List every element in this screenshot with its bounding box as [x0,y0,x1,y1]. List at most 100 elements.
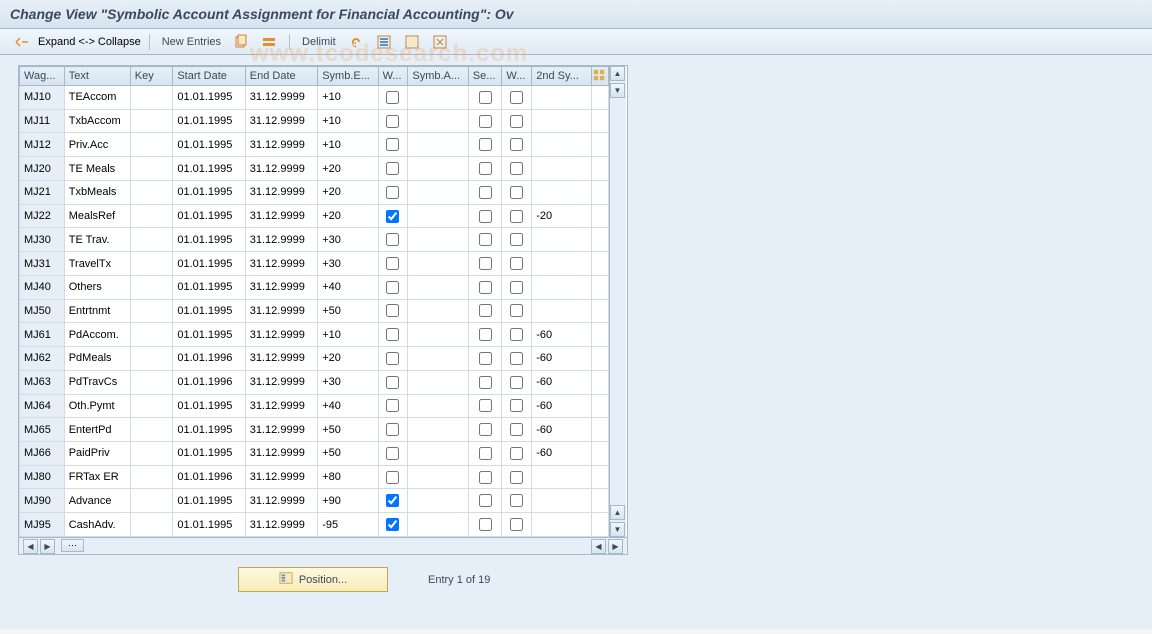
checkbox-w2[interactable] [510,518,523,531]
checkbox-w2[interactable] [510,115,523,128]
cell-symb-a[interactable] [408,109,468,133]
cell-key[interactable] [130,394,173,418]
checkbox-w2[interactable] [510,257,523,270]
checkbox-se[interactable] [479,352,492,365]
cell-start-date[interactable]: 01.01.1995 [173,394,245,418]
cell-end-date[interactable]: 31.12.9999 [245,465,317,489]
checkbox-w1[interactable] [386,423,399,436]
cell-se[interactable] [468,133,502,157]
cell-w1[interactable] [378,513,408,537]
cell-symb-a[interactable] [408,157,468,181]
cell-start-date[interactable]: 01.01.1995 [173,109,245,133]
cell-end-date[interactable]: 31.12.9999 [245,228,317,252]
checkbox-w2[interactable] [510,423,523,436]
cell-start-date[interactable]: 01.01.1995 [173,204,245,228]
cell-end-date[interactable]: 31.12.9999 [245,347,317,371]
cell-w1[interactable] [378,370,408,394]
cell-symb-a[interactable] [408,370,468,394]
cell-text[interactable]: TxbAccom [64,109,130,133]
cell-end-date[interactable]: 31.12.9999 [245,370,317,394]
checkbox-w2[interactable] [510,494,523,507]
cell-2nd-sy[interactable] [532,252,592,276]
cell-start-date[interactable]: 01.01.1995 [173,133,245,157]
cell-w1[interactable] [378,299,408,323]
table-row[interactable]: MJ22 MealsRef 01.01.1995 31.12.9999 +20 … [20,204,609,228]
scroll-left-button[interactable]: ◀ [23,539,38,554]
cell-key[interactable] [130,228,173,252]
cell-se[interactable] [468,252,502,276]
cell-end-date[interactable]: 31.12.9999 [245,275,317,299]
cell-key[interactable] [130,418,173,442]
table-row[interactable]: MJ20 TE Meals 01.01.1995 31.12.9999 +20 [20,157,609,181]
new-entries-button[interactable]: New Entries [158,33,225,51]
cell-text[interactable]: PdTravCs [64,370,130,394]
checkbox-w1[interactable] [386,518,399,531]
cell-symb-e[interactable]: +40 [318,275,378,299]
checkbox-se[interactable] [479,233,492,246]
cell-text[interactable]: PaidPriv [64,442,130,466]
cell-se[interactable] [468,86,502,110]
cell-se[interactable] [468,204,502,228]
cell-w1[interactable] [378,323,408,347]
checkbox-se[interactable] [479,447,492,460]
checkbox-se[interactable] [479,115,492,128]
col-header-se[interactable]: Se... [468,67,502,86]
cell-wag[interactable]: MJ20 [20,157,65,181]
checkbox-w2[interactable] [510,186,523,199]
cell-end-date[interactable]: 31.12.9999 [245,299,317,323]
cell-text[interactable]: PdMeals [64,347,130,371]
checkbox-se[interactable] [479,376,492,389]
checkbox-w2[interactable] [510,281,523,294]
cell-symb-a[interactable] [408,252,468,276]
cell-start-date[interactable]: 01.01.1995 [173,418,245,442]
col-header-config[interactable] [591,67,608,86]
cell-symb-e[interactable]: +10 [318,323,378,347]
cell-wag[interactable]: MJ63 [20,370,65,394]
cell-2nd-sy[interactable]: -20 [532,204,592,228]
cell-2nd-sy[interactable]: -60 [532,418,592,442]
checkbox-se[interactable] [479,328,492,341]
cell-key[interactable] [130,370,173,394]
table-row[interactable]: MJ95 CashAdv. 01.01.1995 31.12.9999 -95 [20,513,609,537]
checkbox-w1[interactable] [386,233,399,246]
cell-w1[interactable] [378,180,408,204]
cell-end-date[interactable]: 31.12.9999 [245,323,317,347]
cell-text[interactable]: FRTax ER [64,465,130,489]
table-row[interactable]: MJ50 Entrtnmt 01.01.1995 31.12.9999 +50 [20,299,609,323]
checkbox-w1[interactable] [386,494,399,507]
cell-wag[interactable]: MJ66 [20,442,65,466]
checkbox-se[interactable] [479,210,492,223]
col-header-symb-a[interactable]: Symb.A... [408,67,468,86]
checkbox-se[interactable] [479,162,492,175]
cell-w2[interactable] [502,513,532,537]
checkbox-w1[interactable] [386,352,399,365]
cell-key[interactable] [130,157,173,181]
cell-key[interactable] [130,513,173,537]
cell-symb-e[interactable]: +90 [318,489,378,513]
checkbox-w1[interactable] [386,115,399,128]
cell-2nd-sy[interactable]: -60 [532,323,592,347]
select-all-button[interactable] [257,33,281,51]
cell-text[interactable]: Entrtnmt [64,299,130,323]
cell-end-date[interactable]: 31.12.9999 [245,180,317,204]
cell-2nd-sy[interactable] [532,157,592,181]
cell-w2[interactable] [502,228,532,252]
cell-w2[interactable] [502,180,532,204]
cell-symb-a[interactable] [408,465,468,489]
cell-wag[interactable]: MJ90 [20,489,65,513]
cell-key[interactable] [130,299,173,323]
checkbox-w2[interactable] [510,210,523,223]
table-row[interactable]: MJ63 PdTravCs 01.01.1996 31.12.9999 +30 … [20,370,609,394]
checkbox-w2[interactable] [510,399,523,412]
cell-wag[interactable]: MJ21 [20,180,65,204]
col-header-key[interactable]: Key [130,67,173,86]
cell-wag[interactable]: MJ31 [20,252,65,276]
cell-symb-e[interactable]: -95 [318,513,378,537]
cell-w1[interactable] [378,489,408,513]
cell-key[interactable] [130,347,173,371]
checkbox-w1[interactable] [386,471,399,484]
col-header-end-date[interactable]: End Date [245,67,317,86]
cell-w2[interactable] [502,394,532,418]
cell-2nd-sy[interactable]: -60 [532,347,592,371]
cell-2nd-sy[interactable] [532,489,592,513]
